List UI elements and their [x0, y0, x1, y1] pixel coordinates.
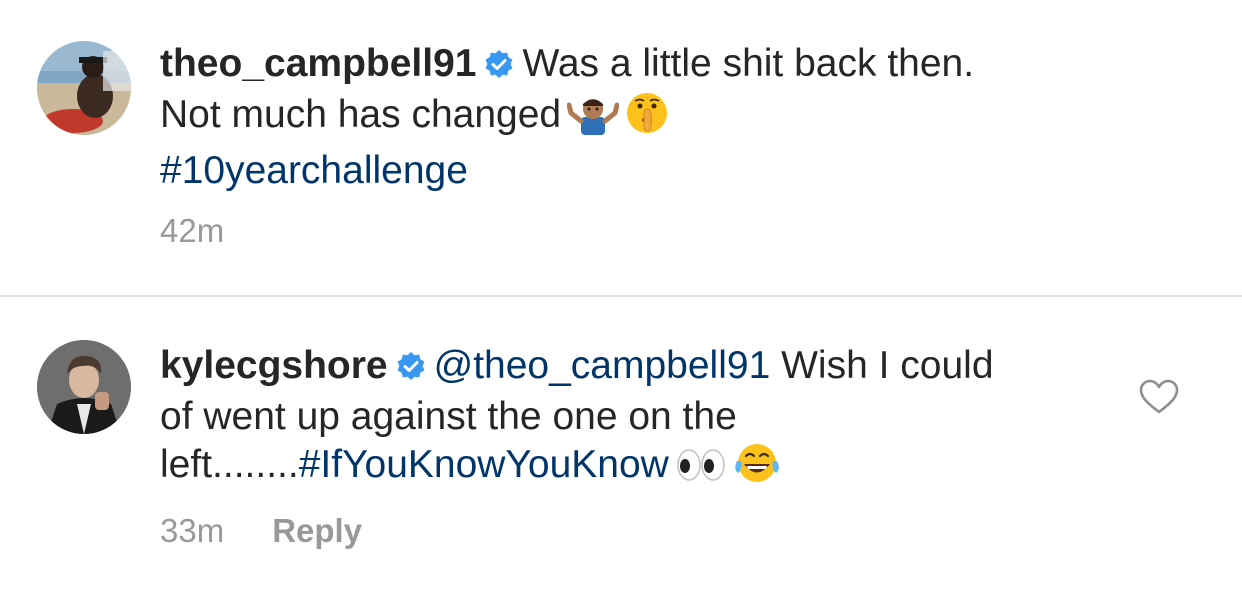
shushing-face-emoji-icon: [625, 91, 669, 147]
timestamp: 42m: [160, 212, 225, 249]
comment-body-part1: Wish I could: [770, 344, 994, 387]
tears-of-joy-emoji-icon: [733, 441, 781, 497]
person-shrugging-emoji-icon: [566, 95, 620, 147]
reply-button[interactable]: Reply: [272, 512, 362, 549]
avatar[interactable]: [37, 340, 131, 434]
username[interactable]: theo_campbell91: [160, 42, 476, 85]
comment-body-part2: of went up against the one on the: [160, 395, 737, 438]
comment-text: theo_campbell91 Was a little shit back th…: [160, 40, 1120, 195]
username[interactable]: kylecgshore: [160, 344, 388, 387]
hashtag-link[interactable]: #IfYouKnowYouKnow: [299, 443, 669, 486]
comment-body-line2: Not much has changed: [160, 93, 562, 136]
verified-badge-icon: [396, 345, 426, 393]
comment-body-line1: Was a little shit back then.: [522, 42, 975, 85]
comment-meta: 42m: [160, 212, 224, 250]
comment-item: kylecgshore @theo_campbell91 Wish I could…: [0, 297, 1242, 603]
like-heart-icon[interactable]: [1139, 379, 1179, 415]
hashtag-link[interactable]: #10yearchallenge: [160, 149, 468, 192]
comment-text: kylecgshore @theo_campbell91 Wish I could…: [160, 342, 1120, 497]
verified-badge-icon: [484, 43, 514, 91]
comment-item: theo_campbell91 Was a little shit back th…: [0, 0, 1242, 296]
mention-link[interactable]: @theo_campbell91: [434, 344, 771, 387]
avatar[interactable]: [37, 41, 131, 135]
timestamp: 33m: [160, 512, 225, 549]
comment-body-part3: left........: [160, 443, 299, 486]
eyes-emoji-icon: [675, 445, 727, 497]
comment-meta: 33m Reply: [160, 512, 362, 550]
